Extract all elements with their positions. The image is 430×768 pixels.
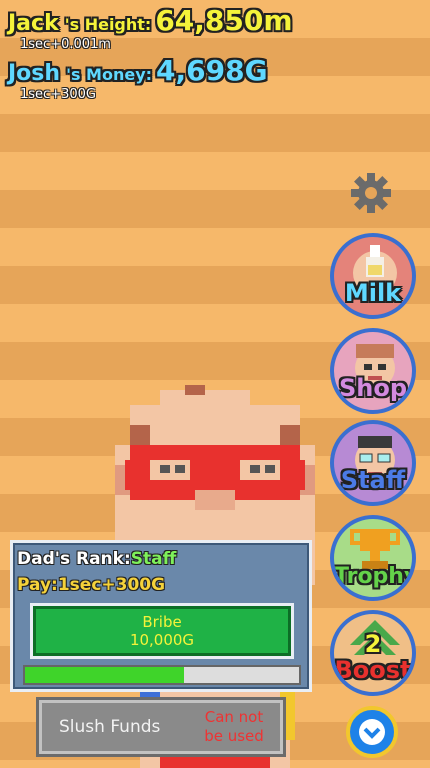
menu-toggle-button[interactable]: [346, 706, 398, 758]
slush-funds-label: Slush Funds: [59, 717, 161, 737]
slush-funds-status: Can not be used: [189, 708, 279, 746]
settings-button[interactable]: [348, 170, 394, 216]
rank-panel: Dad's Rank:Staff Pay:1sec+300G Bribe 10,…: [10, 540, 312, 692]
height-label: 's Height:: [64, 15, 152, 34]
rank-value: Staff: [130, 549, 177, 569]
milk-button[interactable]: Milk: [330, 233, 416, 319]
chevron-down-icon: [359, 719, 385, 745]
money-owner-name: Josh: [8, 61, 61, 86]
status-hud: Jack 's Height: 64,850m 1sec+0.001m Josh…: [8, 4, 293, 102]
pay-value: 1sec+300G: [57, 575, 166, 595]
boost-label: Boost: [334, 656, 412, 684]
money-label: 's Money:: [66, 65, 153, 84]
rank-progress-bar: [23, 665, 301, 685]
milk-label: Milk: [344, 279, 402, 307]
pay-line: Pay:1sec+300G: [17, 575, 165, 595]
shop-label: Shop: [338, 374, 408, 402]
boost-count: 2: [364, 630, 382, 658]
rank-label: Dad's Rank:: [17, 549, 131, 569]
staff-label: Staff: [340, 466, 406, 494]
money-row: Josh 's Money: 4,698G: [8, 54, 293, 87]
pay-label: Pay:: [17, 575, 58, 595]
slush-status-line1: Can not: [204, 708, 264, 726]
gear-icon: [351, 173, 391, 213]
trophy-label: Trophy: [334, 564, 416, 589]
bribe-button[interactable]: Bribe 10,000G: [30, 603, 294, 659]
money-rate: 1sec+300G: [20, 87, 96, 102]
rank-line: Dad's Rank:Staff: [17, 549, 176, 569]
height-row: Jack 's Height: 64,850m: [8, 4, 293, 37]
money-value: 4,698G: [156, 54, 268, 87]
boost-button[interactable]: 2 Boost: [330, 610, 416, 696]
height-owner-name: Jack: [8, 11, 59, 36]
height-rate: 1sec+0.001m: [20, 37, 111, 52]
height-value: 64,850m: [155, 4, 293, 37]
bribe-label: Bribe: [142, 613, 182, 631]
staff-button[interactable]: Staff: [330, 420, 416, 506]
shop-button[interactable]: Shop: [330, 328, 416, 414]
bribe-cost: 10,000G: [129, 631, 195, 649]
rank-progress-fill: [25, 667, 184, 683]
slush-status-line2: be used: [204, 727, 264, 745]
slush-funds-button[interactable]: Slush Funds Can not be used: [36, 697, 286, 757]
trophy-button[interactable]: Trophy: [330, 515, 416, 601]
